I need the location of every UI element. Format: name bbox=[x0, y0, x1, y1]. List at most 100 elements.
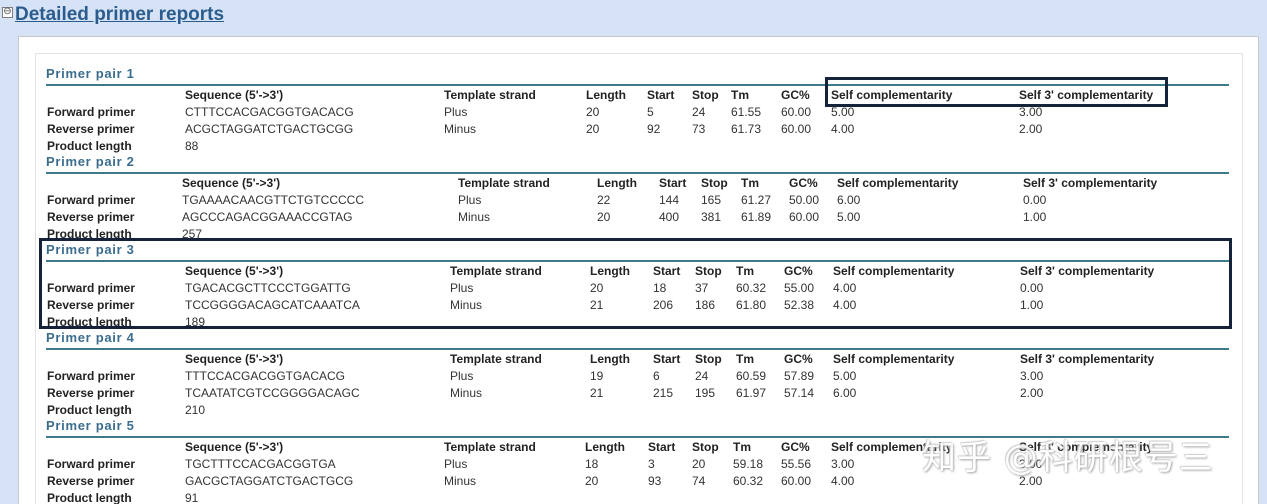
reverse-sequence: ACGCTAGGATCTGACTGCGG bbox=[185, 122, 354, 136]
forward-self-complementarity: 3.00 bbox=[831, 457, 855, 471]
column-header-length: Length bbox=[585, 440, 625, 454]
forward-gc-percent: 50.00 bbox=[789, 193, 820, 207]
reverse-self-complementarity: 4.00 bbox=[831, 122, 855, 136]
column-header-self-3-complementarity: Self 3' complementarity bbox=[1023, 176, 1158, 190]
reverse-length: 20 bbox=[597, 210, 611, 224]
forward-sequence: TGCTTTCCACGACGGTGA bbox=[185, 457, 336, 471]
product-length-value: 257 bbox=[182, 227, 203, 241]
column-header-template-strand: Template strand bbox=[450, 352, 542, 366]
forward-sequence: CTTTCCACGACGGTGACACG bbox=[185, 105, 354, 119]
forward-primer-label: Forward primer bbox=[47, 105, 136, 119]
reverse-self-3-complementarity: 2.00 bbox=[1019, 122, 1043, 136]
forward-start: 18 bbox=[653, 281, 667, 295]
forward-sequence: TGAAAACAACGTTCTGTCCCCC bbox=[182, 193, 365, 207]
reverse-gc-percent: 60.00 bbox=[789, 210, 820, 224]
reverse-sequence: GACGCTAGGATCTGACTGCG bbox=[185, 474, 354, 488]
reverse-self-3-complementarity: 1.00 bbox=[1023, 210, 1047, 224]
forward-stop: 37 bbox=[695, 281, 709, 295]
column-header-template-strand: Template strand bbox=[444, 88, 536, 102]
reverse-self-3-complementarity: 1.00 bbox=[1020, 298, 1044, 312]
reverse-tm: 61.73 bbox=[731, 122, 762, 136]
reverse-template-strand: Minus bbox=[444, 122, 477, 136]
column-header-length: Length bbox=[590, 264, 630, 278]
forward-start: 6 bbox=[653, 369, 660, 383]
reverse-primer-label: Reverse primer bbox=[47, 474, 135, 488]
reverse-start: 93 bbox=[648, 474, 662, 488]
reverse-tm: 61.97 bbox=[736, 386, 767, 400]
product-length-value: 91 bbox=[185, 491, 199, 504]
forward-self-3-complementarity: 0.00 bbox=[1023, 193, 1047, 207]
column-header-self-complementarity: Self complementarity bbox=[831, 88, 953, 102]
forward-template-strand: Plus bbox=[458, 193, 482, 207]
reverse-length: 20 bbox=[586, 122, 600, 136]
primer-pair-divider bbox=[46, 84, 1229, 86]
reverse-start: 400 bbox=[659, 210, 680, 224]
column-header-gc-percent: GC% bbox=[781, 440, 810, 454]
reverse-self-3-complementarity: 2.00 bbox=[1020, 386, 1044, 400]
reverse-length: 21 bbox=[590, 386, 604, 400]
forward-length: 19 bbox=[590, 369, 604, 383]
column-header-sequence: Sequence (5'->3') bbox=[185, 352, 284, 366]
primer-pair-title: Primer pair 4 bbox=[46, 330, 135, 345]
product-length-label: Product length bbox=[47, 491, 132, 504]
column-header-self-complementarity: Self complementarity bbox=[833, 352, 955, 366]
forward-tm: 60.59 bbox=[736, 369, 767, 383]
reverse-length: 20 bbox=[585, 474, 599, 488]
forward-template-strand: Plus bbox=[444, 105, 468, 119]
column-header-stop: Stop bbox=[692, 440, 719, 454]
primer-pair-title: Primer pair 5 bbox=[46, 418, 135, 433]
column-header-gc-percent: GC% bbox=[784, 264, 813, 278]
forward-template-strand: Plus bbox=[444, 457, 468, 471]
reverse-gc-percent: 52.38 bbox=[784, 298, 815, 312]
reverse-start: 206 bbox=[653, 298, 674, 312]
forward-sequence: TGACACGCTTCCCTGGATTG bbox=[185, 281, 351, 295]
reverse-self-complementarity: 4.00 bbox=[833, 298, 857, 312]
column-header-sequence: Sequence (5'->3') bbox=[182, 176, 281, 190]
forward-length: 18 bbox=[585, 457, 599, 471]
product-length-value: 189 bbox=[185, 315, 206, 329]
column-header-template-strand: Template strand bbox=[450, 264, 542, 278]
column-header-length: Length bbox=[597, 176, 637, 190]
product-length-label: Product length bbox=[47, 227, 132, 241]
reverse-self-complementarity: 4.00 bbox=[831, 474, 855, 488]
reverse-self-complementarity: 5.00 bbox=[837, 210, 861, 224]
primer-pair-divider bbox=[46, 260, 1229, 262]
column-header-start: Start bbox=[648, 440, 676, 454]
forward-length: 20 bbox=[586, 105, 600, 119]
column-header-tm: Tm bbox=[741, 176, 759, 190]
forward-gc-percent: 55.00 bbox=[784, 281, 815, 295]
column-header-start: Start bbox=[653, 264, 681, 278]
report-title[interactable]: Detailed primer reports bbox=[15, 4, 224, 26]
reverse-template-strand: Minus bbox=[458, 210, 491, 224]
forward-tm: 61.55 bbox=[731, 105, 762, 119]
reverse-primer-label: Reverse primer bbox=[47, 122, 135, 136]
reverse-template-strand: Minus bbox=[450, 386, 483, 400]
forward-stop: 24 bbox=[692, 105, 706, 119]
reverse-length: 21 bbox=[590, 298, 604, 312]
forward-stop: 20 bbox=[692, 457, 706, 471]
forward-sequence: TTTCCACGACGGTGACACG bbox=[185, 369, 346, 383]
primer-pair-title: Primer pair 1 bbox=[46, 66, 135, 81]
forward-self-complementarity: 5.00 bbox=[831, 105, 855, 119]
reverse-template-strand: Minus bbox=[444, 474, 477, 488]
primer-pair-divider bbox=[46, 172, 1229, 174]
column-header-stop: Stop bbox=[701, 176, 728, 190]
forward-stop: 24 bbox=[695, 369, 709, 383]
reverse-stop: 195 bbox=[695, 386, 716, 400]
column-header-tm: Tm bbox=[736, 352, 754, 366]
product-length-label: Product length bbox=[47, 315, 132, 329]
reverse-primer-label: Reverse primer bbox=[47, 298, 135, 312]
forward-self-complementarity: 6.00 bbox=[837, 193, 861, 207]
collapse-toggle-icon[interactable]: ⊖ bbox=[2, 7, 13, 18]
column-header-start: Start bbox=[647, 88, 675, 102]
forward-template-strand: Plus bbox=[450, 369, 474, 383]
forward-length: 22 bbox=[597, 193, 611, 207]
column-header-tm: Tm bbox=[731, 88, 749, 102]
forward-self-3-complementarity: 3.00 bbox=[1019, 105, 1043, 119]
forward-primer-label: Forward primer bbox=[47, 369, 136, 383]
reverse-tm: 61.80 bbox=[736, 298, 767, 312]
reverse-stop: 73 bbox=[692, 122, 706, 136]
column-header-self-complementarity: Self complementarity bbox=[833, 264, 955, 278]
forward-start: 144 bbox=[659, 193, 680, 207]
forward-tm: 61.27 bbox=[741, 193, 772, 207]
